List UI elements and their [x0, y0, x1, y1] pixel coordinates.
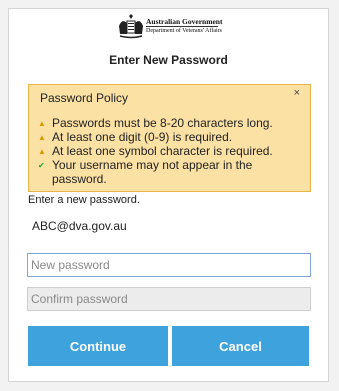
close-icon[interactable]: ×	[294, 87, 300, 99]
password-policy-alert: Password Policy × ▲ Passwords must be 8-…	[28, 84, 311, 192]
cancel-button[interactable]: Cancel	[172, 326, 309, 366]
username-display: ABC@dva.gov.au	[32, 219, 127, 233]
policy-rule-text: At least one digit (0-9) is required.	[52, 130, 233, 144]
policy-rule: ▲ Passwords must be 8-20 characters long…	[38, 116, 303, 130]
warning-icon: ▲	[38, 119, 46, 128]
policy-rule-text: Passwords must be 8-20 characters long.	[52, 116, 273, 130]
crest-divider	[146, 26, 218, 27]
policy-rule: ▲ At least one symbol character is requi…	[38, 144, 303, 158]
warning-icon: ▲	[38, 147, 46, 156]
government-crest: Australian Government Department of Vete…	[116, 14, 223, 46]
coat-of-arms-icon	[119, 14, 143, 39]
new-password-input[interactable]	[27, 253, 311, 277]
continue-button[interactable]: Continue	[28, 326, 168, 366]
confirm-password-input[interactable]	[27, 287, 311, 311]
policy-rule-text: At least one symbol character is require…	[52, 144, 273, 158]
policy-rule: ✔ Your username may not appear in the pa…	[38, 158, 303, 186]
warning-icon: ▲	[38, 133, 46, 142]
instruction-text: Enter a new password.	[28, 194, 140, 206]
crest-department-text: Department of Veterans' Affairs	[146, 28, 223, 34]
policy-rule-text: Your username may not appear in the pass…	[52, 158, 253, 186]
page-title: Enter New Password	[109, 53, 228, 67]
crest-government-text: Australian Government	[146, 17, 223, 26]
policy-title: Password Policy	[40, 91, 129, 105]
policy-rule: ▲ At least one digit (0-9) is required.	[38, 130, 303, 144]
check-icon: ✔	[38, 161, 45, 170]
policy-rules-list: ▲ Passwords must be 8-20 characters long…	[38, 116, 303, 186]
